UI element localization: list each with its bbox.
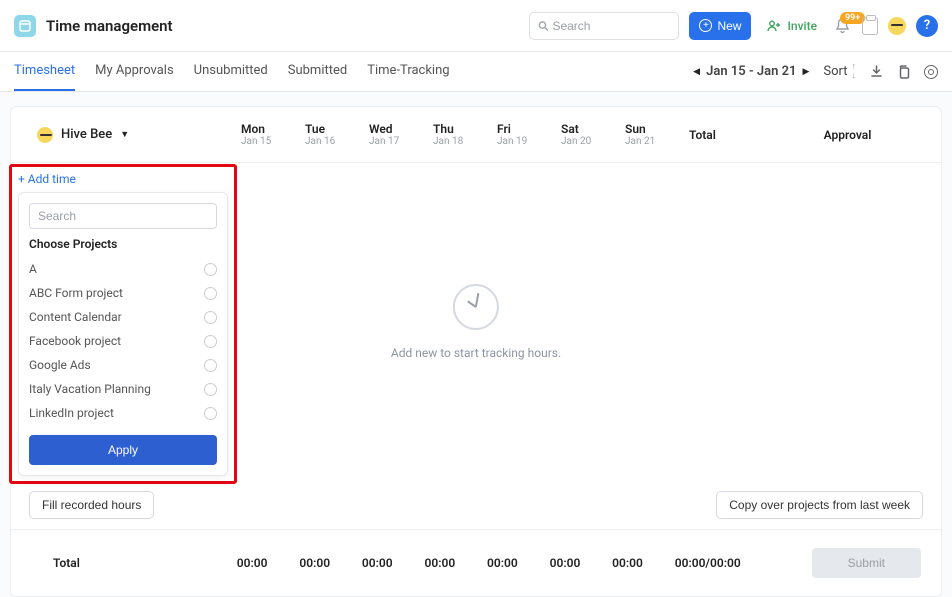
total-tue: 00:00	[299, 556, 362, 570]
tab-my-approvals[interactable]: My Approvals	[95, 52, 174, 91]
total-header: Total	[689, 128, 764, 142]
total-mon: 00:00	[237, 556, 300, 570]
project-label: Italy Vacation Planning	[29, 382, 151, 396]
date-next-icon[interactable]: ▶	[802, 67, 809, 77]
project-label: LinkedIn project	[29, 406, 114, 420]
copy-icon[interactable]	[897, 65, 910, 79]
global-search[interactable]	[529, 12, 679, 40]
radio-icon[interactable]	[204, 287, 217, 300]
clipboard-icon[interactable]	[862, 17, 878, 35]
download-icon[interactable]	[870, 65, 883, 78]
user-name: Hive Bee	[61, 127, 112, 142]
approval-header: Approval	[764, 128, 941, 142]
app-icon	[14, 15, 36, 37]
project-search-input[interactable]	[29, 203, 217, 229]
user-avatar[interactable]	[888, 17, 906, 35]
user-selector[interactable]: Hive Bee ▼	[11, 127, 241, 143]
radio-icon[interactable]	[204, 263, 217, 276]
total-thu: 00:00	[424, 556, 487, 570]
day-header-sun: Sun Jan 21	[625, 122, 689, 147]
project-picker: + Add time Choose Projects A ABC Form pr…	[18, 172, 228, 476]
day-header-sat: Sat Jan 20	[561, 122, 625, 147]
sort-label: Sort	[823, 64, 847, 79]
tab-time-tracking[interactable]: Time-Tracking	[367, 52, 449, 91]
apply-button[interactable]: Apply	[29, 435, 217, 465]
sort-icon: ↑↓	[852, 63, 857, 81]
radio-icon[interactable]	[204, 359, 217, 372]
total-summary: 00:00/00:00	[675, 556, 812, 570]
project-item[interactable]: LinkedIn project	[29, 401, 217, 425]
day-header-thu: Thu Jan 18	[433, 122, 497, 147]
total-sat: 00:00	[550, 556, 613, 570]
invite-label: Invite	[787, 19, 817, 33]
project-item[interactable]: Italy Vacation Planning	[29, 377, 217, 401]
project-item[interactable]: Facebook project	[29, 329, 217, 353]
help-button[interactable]: ?	[916, 15, 938, 37]
date-prev-icon[interactable]: ◀	[693, 67, 700, 77]
project-label: A	[29, 262, 37, 276]
project-item[interactable]: A	[29, 257, 217, 281]
tabs: Timesheet My Approvals Unsubmitted Submi…	[14, 52, 450, 91]
project-list: A ABC Form project Content Calendar Face…	[29, 257, 217, 425]
top-bar: Time management + New Invite 99+ ?	[0, 0, 952, 52]
plus-icon: +	[699, 19, 712, 32]
total-wed: 00:00	[362, 556, 425, 570]
tab-unsubmitted[interactable]: Unsubmitted	[194, 52, 268, 91]
radio-icon[interactable]	[204, 383, 217, 396]
timesheet-header: Hive Bee ▼ Mon Jan 15 Tue Jan 16 Wed Jan…	[11, 107, 941, 163]
radio-icon[interactable]	[204, 335, 217, 348]
radio-icon[interactable]	[204, 311, 217, 324]
project-label: Content Calendar	[29, 310, 122, 324]
radio-icon[interactable]	[204, 407, 217, 420]
submit-button[interactable]: Submit	[812, 548, 921, 578]
add-time-link[interactable]: + Add time	[18, 172, 228, 186]
date-range-label: Jan 15 - Jan 21	[706, 64, 796, 79]
user-avatar-small	[37, 127, 53, 143]
totals-row: Total 00:00 00:00 00:00 00:00 00:00 00:0…	[11, 529, 941, 596]
invite-button[interactable]: Invite	[761, 19, 823, 33]
tab-bar: Timesheet My Approvals Unsubmitted Submi…	[0, 52, 952, 92]
new-button-label: New	[717, 19, 741, 33]
clock-icon	[453, 284, 499, 330]
fill-recorded-button[interactable]: Fill recorded hours	[29, 491, 154, 519]
main-area: Hive Bee ▼ Mon Jan 15 Tue Jan 16 Wed Jan…	[0, 92, 952, 597]
copy-projects-button[interactable]: Copy over projects from last week	[716, 491, 923, 519]
project-label: Facebook project	[29, 334, 121, 348]
search-icon	[538, 20, 549, 32]
project-picker-card: Choose Projects A ABC Form project Conte…	[18, 192, 228, 476]
day-header-mon: Mon Jan 15	[241, 122, 305, 147]
project-label: ABC Form project	[29, 286, 123, 300]
empty-state: Add new to start tracking hours.	[391, 284, 561, 360]
chevron-down-icon: ▼	[120, 129, 129, 140]
project-item[interactable]: Google Ads	[29, 353, 217, 377]
total-sun: 00:00	[612, 556, 675, 570]
day-header-fri: Fri Jan 19	[497, 122, 561, 147]
totals-label: Total	[11, 556, 237, 570]
new-button[interactable]: + New	[689, 12, 751, 40]
sort-button[interactable]: Sort ↑↓	[823, 63, 856, 81]
project-item[interactable]: Content Calendar	[29, 305, 217, 329]
global-search-input[interactable]	[552, 19, 670, 33]
page-title: Time management	[46, 17, 173, 35]
day-header-tue: Tue Jan 16	[305, 122, 369, 147]
project-item[interactable]: ABC Form project	[29, 281, 217, 305]
settings-icon[interactable]	[924, 65, 938, 79]
project-label: Google Ads	[29, 358, 91, 372]
actions-row: Fill recorded hours Copy over projects f…	[11, 481, 941, 529]
total-fri: 00:00	[487, 556, 550, 570]
tab-submitted[interactable]: Submitted	[288, 52, 347, 91]
day-header-wed: Wed Jan 17	[369, 122, 433, 147]
date-range-selector[interactable]: ◀ Jan 15 - Jan 21 ▶	[693, 64, 809, 79]
project-picker-heading: Choose Projects	[29, 237, 217, 251]
user-plus-icon	[767, 20, 781, 32]
tab-timesheet[interactable]: Timesheet	[14, 52, 75, 91]
empty-state-text: Add new to start tracking hours.	[391, 346, 561, 360]
notifications-button[interactable]: 99+	[833, 18, 852, 34]
